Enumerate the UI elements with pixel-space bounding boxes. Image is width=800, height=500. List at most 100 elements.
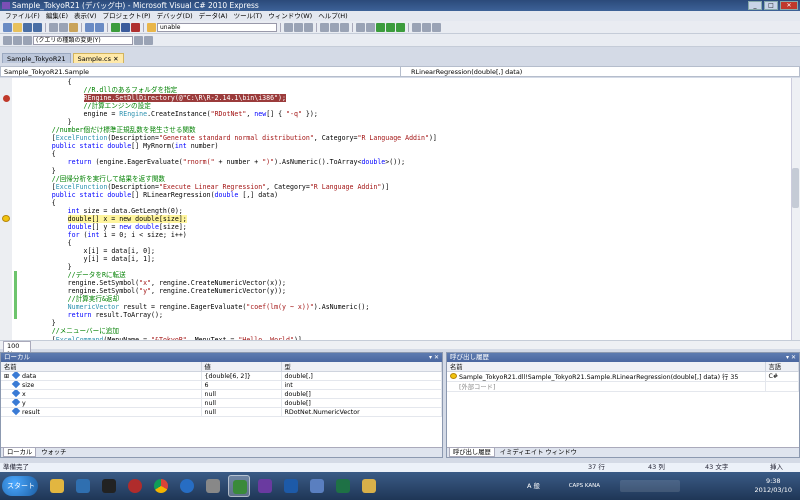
tab-project[interactable]: Sample_TokyoR21 <box>2 53 71 63</box>
code-line[interactable]: } <box>20 167 780 175</box>
pause-icon[interactable] <box>121 22 130 32</box>
toolbar-icon-h[interactable] <box>366 22 375 32</box>
editor-horizontal-scrollbar[interactable]: 100 % <box>0 340 800 359</box>
locals-row[interactable]: x null double[] <box>1 389 442 399</box>
menu-data[interactable]: データ(A) <box>196 11 231 21</box>
undo-icon[interactable] <box>85 22 94 32</box>
new-project-icon[interactable] <box>3 22 12 32</box>
toolbar-icon-k[interactable] <box>432 22 441 32</box>
callstack-row[interactable]: Sample_TokyoR21.dll!Sample_TokyoR21.Samp… <box>447 371 799 382</box>
locals-row[interactable]: ⊞ data {double[6, 2]} double[,] <box>1 371 442 381</box>
stop-icon[interactable] <box>131 22 140 32</box>
find-icon[interactable] <box>147 22 156 32</box>
toolbar-icon-g[interactable] <box>356 22 365 32</box>
menu-tools[interactable]: ツール(T) <box>231 11 266 21</box>
maximize-button[interactable]: □ <box>764 1 778 10</box>
redo-icon[interactable] <box>95 22 104 32</box>
code-line[interactable]: [ExcelFunction(Description="Execute Line… <box>20 183 780 191</box>
toolbar-icon-o[interactable] <box>134 35 143 45</box>
code-line[interactable]: double[] x = new double[size]; <box>20 214 780 223</box>
breakpoint-icon[interactable] <box>3 94 10 102</box>
code-line[interactable]: for (int i = 0; i < size; i++) <box>20 231 780 239</box>
taskbar-app-explorer[interactable] <box>46 475 68 497</box>
toolbar-icon-p[interactable] <box>144 35 153 45</box>
taskbar-app-excel[interactable] <box>332 475 354 497</box>
taskbar-app-hat[interactable] <box>98 475 120 497</box>
code-editor[interactable]: { //R.dllのあるフォルダを指定 REngine.SetDllDirect… <box>0 78 800 340</box>
taskbar-app-vcsharp[interactable] <box>228 475 250 497</box>
toolbar-icon-n[interactable] <box>23 35 32 45</box>
code-line[interactable]: y[i] = data[i, 1]; <box>20 255 780 263</box>
locals-value-cell[interactable]: 6 <box>201 380 282 390</box>
code-line[interactable]: return (engine.EagerEvaluate("rnorm(" + … <box>20 158 780 166</box>
type-dropdown[interactable]: Sample_TokyoR21.Sample <box>1 67 401 76</box>
code-line[interactable]: x[i] = data[i, 0]; <box>20 247 780 255</box>
code-line[interactable]: //number個だけ標準正規乱数を発生させる関数 <box>20 126 780 134</box>
editor-scroll-thumb[interactable] <box>792 168 799 208</box>
code-line[interactable]: //データをRに転送 <box>20 271 780 279</box>
step-over-icon[interactable] <box>386 22 395 32</box>
taskbar-app-red[interactable] <box>124 475 146 497</box>
code-line[interactable]: REngine.SetDllDirectory(@"C:\R\R-2.14.1\… <box>20 94 780 103</box>
toolbar-icon-e[interactable] <box>330 22 339 32</box>
menu-file[interactable]: ファイル(F) <box>2 11 43 21</box>
code-line[interactable]: [ExcelFunction(Description="Generate sta… <box>20 134 780 142</box>
code-line[interactable]: engine = REngine.CreateInstance("RDotNet… <box>20 110 780 118</box>
toolbar-icon-m[interactable] <box>13 35 22 45</box>
menu-window[interactable]: ウィンドウ(W) <box>265 11 315 21</box>
member-dropdown[interactable]: RLinearRegression(double[,] data) <box>401 67 799 76</box>
menu-edit[interactable]: 編集(E) <box>43 11 71 21</box>
find-combo[interactable]: unable <box>157 22 277 32</box>
tab-callstack[interactable]: 呼び出し履歴 <box>449 448 495 457</box>
menu-project[interactable]: プロジェクト(P) <box>100 11 154 21</box>
close-button[interactable]: ✕ <box>780 1 798 10</box>
step-out-icon[interactable] <box>396 22 405 32</box>
toolbar-icon-c[interactable] <box>304 22 313 32</box>
code-line[interactable]: int size = data.GetLength(0); <box>20 207 780 215</box>
callstack-pin-button[interactable]: ▾ ✕ <box>786 353 796 362</box>
taskbar-app-media[interactable] <box>72 475 94 497</box>
code-line[interactable]: NumericVector result = rengine.EagerEval… <box>20 303 780 311</box>
taskbar-app-infinity[interactable] <box>254 475 276 497</box>
taskbar-app-drive[interactable] <box>202 475 224 497</box>
ime-indicator[interactable]: A 般 <box>527 480 540 492</box>
tab-locals[interactable]: ローカル <box>3 448 37 457</box>
start-button[interactable]: スタート <box>2 476 38 496</box>
code-text[interactable]: { //R.dllのあるフォルダを指定 REngine.SetDllDirect… <box>20 78 780 340</box>
continue-icon[interactable] <box>111 22 120 32</box>
locals-value-cell[interactable]: {double[6, 2]} <box>201 371 282 381</box>
locals-col-name[interactable]: 名前 <box>1 362 202 372</box>
code-line[interactable]: //計算実行&返却 <box>20 295 780 303</box>
menu-help[interactable]: ヘルプ(H) <box>315 11 350 21</box>
code-line[interactable]: { <box>20 199 780 207</box>
tray-icons[interactable] <box>620 480 680 492</box>
cut-icon[interactable] <box>49 22 58 32</box>
code-line[interactable]: //計算エンジンの設定 <box>20 102 780 110</box>
tab-sample-cs[interactable]: Sample.cs ✕ <box>72 53 124 63</box>
clock[interactable]: 9:38 2012/03/10 <box>755 477 792 495</box>
code-line[interactable]: //R.dllのあるフォルダを指定 <box>20 86 780 94</box>
toolbar-icon-l[interactable] <box>3 35 12 45</box>
save-icon[interactable] <box>23 22 32 32</box>
paste-icon[interactable] <box>69 22 78 32</box>
taskbar-app-r[interactable] <box>176 475 198 497</box>
tab-watch[interactable]: ウォッチ <box>38 448 69 457</box>
taskbar-app-blue[interactable] <box>280 475 302 497</box>
code-line[interactable]: double[] y = new double[size]; <box>20 223 780 231</box>
code-line[interactable]: return result.ToArray(); <box>20 311 780 319</box>
code-line[interactable]: } <box>20 319 780 327</box>
code-line[interactable]: //回帰分析を実行して結果を返す関数 <box>20 175 780 183</box>
code-line[interactable]: rengine.SetSymbol("x", rengine.CreateNum… <box>20 279 780 287</box>
menu-view[interactable]: 表示(V) <box>71 11 100 21</box>
code-line[interactable]: public static double[] MyRnorm(int numbe… <box>20 142 780 150</box>
toolbar-icon-b[interactable] <box>294 22 303 32</box>
copy-icon[interactable] <box>59 22 68 32</box>
minimize-button[interactable]: _ <box>748 1 762 10</box>
code-line[interactable]: //メニューバーに追加 <box>20 327 780 335</box>
code-line[interactable]: { <box>20 150 780 158</box>
code-line[interactable]: { <box>20 78 780 86</box>
callstack-row[interactable]: [外部コード] <box>447 381 799 392</box>
locals-col-value[interactable]: 値 <box>201 362 282 372</box>
toolbar-icon-j[interactable] <box>422 22 431 32</box>
tab-immediate[interactable]: イミディエイト ウィンドウ <box>497 448 580 457</box>
